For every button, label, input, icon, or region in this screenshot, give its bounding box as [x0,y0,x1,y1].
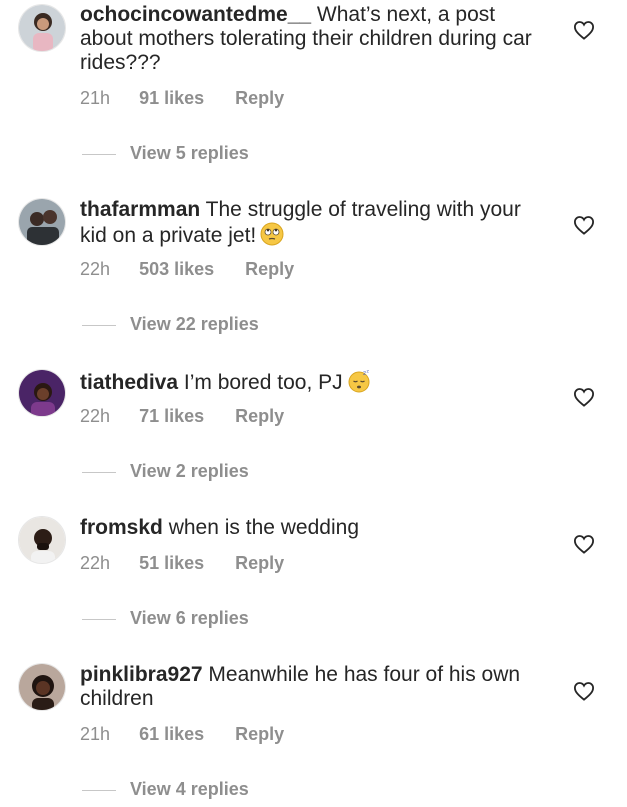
view-replies-label: View 6 replies [130,608,249,628]
comment-meta: 21h 61 likes Reply [80,724,284,745]
timestamp: 22h [80,406,111,426]
timestamp: 21h [80,88,111,108]
comment-body: ochocincowantedme__ What’s next, a post … [80,3,550,75]
heart-outline-icon[interactable] [573,387,595,407]
comment-body: tiathediva I’m bored too, PJ z z [80,369,550,395]
username[interactable]: pinklibra927 [80,663,203,686]
view-replies-button[interactable]: View 4 replies [82,779,249,800]
comment-item: ochocincowantedme__ What’s next, a post … [0,0,627,171]
svg-text:z: z [366,370,369,375]
replies-divider [82,153,116,155]
comment-text: thafarmman The struggle of traveling wit… [80,198,550,248]
view-replies-button[interactable]: View 22 replies [82,314,259,335]
comment-text: tiathediva I’m bored too, PJ z z [80,369,550,395]
likes-count[interactable]: 61 likes [139,724,204,745]
view-replies-label: View 4 replies [130,779,249,799]
comment-meta: 22h 71 likes Reply [80,406,284,427]
comment-body: fromskd when is the wedding [80,516,550,540]
likes-count[interactable]: 503 likes [139,259,214,280]
comment-body: pinklibra927 Meanwhile he has four of hi… [80,663,550,711]
likes-count[interactable]: 71 likes [139,406,204,427]
username[interactable]: fromskd [80,516,163,539]
avatar[interactable] [18,516,66,564]
heart-outline-icon[interactable] [573,681,595,701]
eye-roll-emoji [260,222,284,246]
reply-button[interactable]: Reply [235,553,284,574]
heart-outline-icon[interactable] [573,534,595,554]
view-replies-label: View 2 replies [130,461,249,481]
reply-button[interactable]: Reply [245,259,294,280]
username[interactable]: tiathediva [80,371,178,394]
view-replies-label: View 22 replies [130,314,259,334]
comment-text: fromskd when is the wedding [80,516,550,540]
replies-divider [82,471,116,473]
comment-item: tiathediva I’m bored too, PJ z z 22h 71 li… [0,342,627,513]
avatar[interactable] [18,663,66,711]
comment-text: pinklibra927 Meanwhile he has four of hi… [80,663,550,711]
view-replies-button[interactable]: View 6 replies [82,608,249,629]
reply-button[interactable]: Reply [235,88,284,109]
replies-divider [82,789,116,791]
likes-count[interactable]: 51 likes [139,553,204,574]
heart-outline-icon[interactable] [573,215,595,235]
timestamp: 22h [80,553,111,573]
username[interactable]: thafarmman [80,198,200,221]
timestamp: 21h [80,724,111,744]
comment-meta: 22h 503 likes Reply [80,259,294,280]
username[interactable]: ochocincowantedme__ [80,3,311,26]
comment-body: thafarmman The struggle of traveling wit… [80,198,550,248]
comment-meta: 21h 91 likes Reply [80,88,284,109]
comment-text: ochocincowantedme__ What’s next, a post … [80,3,550,75]
avatar[interactable] [18,369,66,417]
view-replies-button[interactable]: View 5 replies [82,143,249,164]
comment-meta: 22h 51 likes Reply [80,553,284,574]
view-replies-label: View 5 replies [130,143,249,163]
timestamp: 22h [80,259,111,279]
reply-button[interactable]: Reply [235,724,284,745]
comment-item: thafarmman The struggle of traveling wit… [0,171,627,342]
comment-item: fromskd when is the wedding 22h 51 likes… [0,489,627,660]
comment-message: I’m bored too, PJ [183,371,343,394]
sleeping-emoji: zz [348,370,370,393]
view-replies-button[interactable]: View 2 replies [82,461,249,482]
likes-count[interactable]: 91 likes [139,88,204,109]
avatar[interactable] [18,4,66,52]
replies-divider [82,324,116,326]
comment-message: when is the wedding [168,516,359,539]
reply-button[interactable]: Reply [235,406,284,427]
heart-outline-icon[interactable] [573,20,595,40]
replies-divider [82,618,116,620]
comment-item: pinklibra927 Meanwhile he has four of hi… [0,636,627,807]
avatar[interactable] [18,198,66,246]
